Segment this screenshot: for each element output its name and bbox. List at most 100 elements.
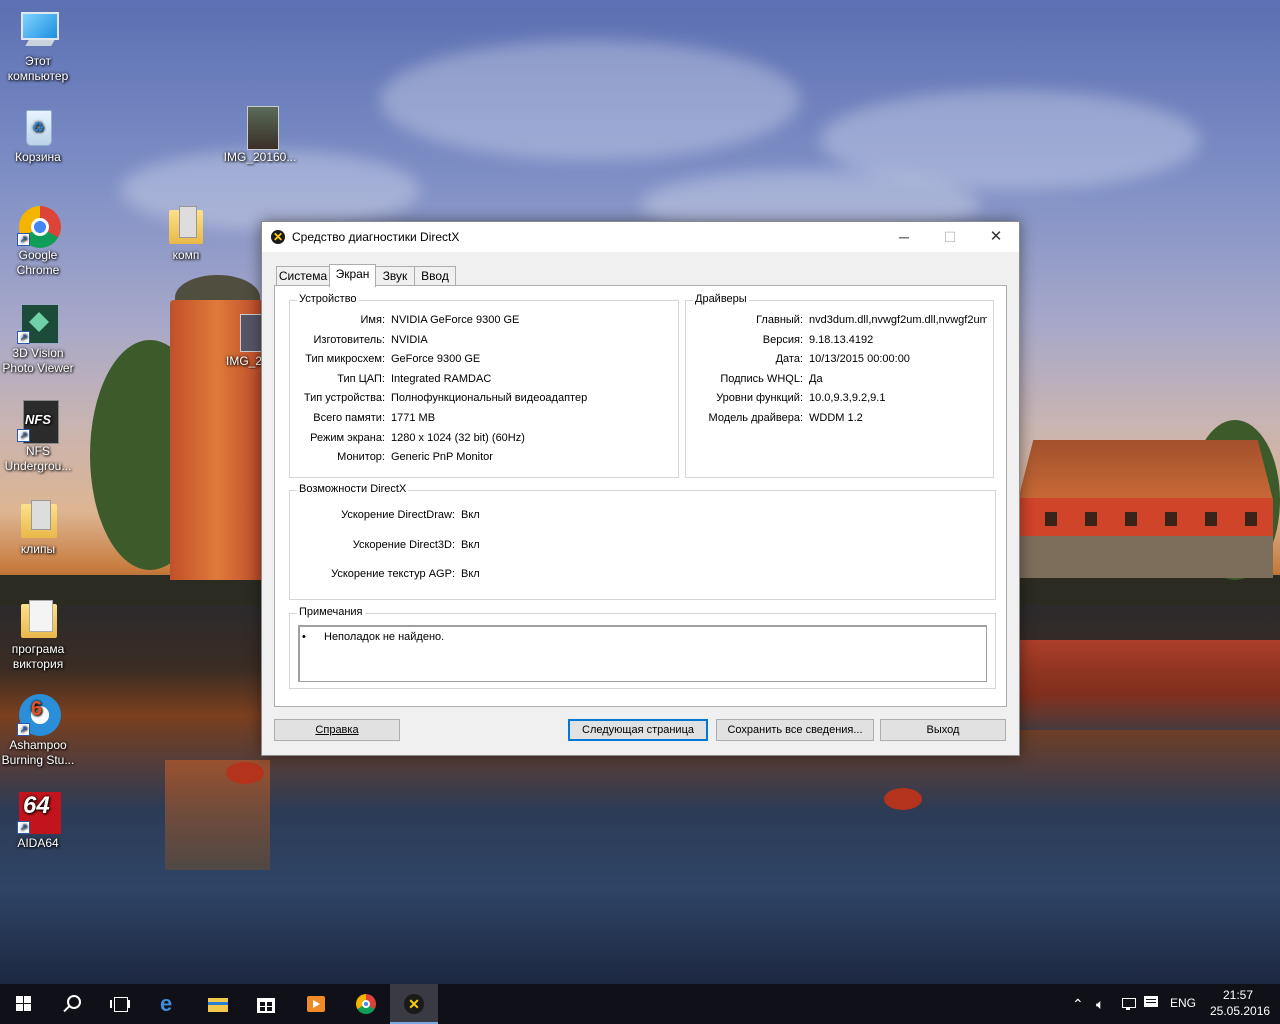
- driver-info-row: Версия: 9.18.13.4192: [686, 334, 993, 348]
- minimize-button[interactable]: ─: [881, 222, 927, 252]
- taskbar-edge[interactable]: e: [146, 984, 194, 1024]
- desktop-icon-aida64[interactable]: 64 ↗ AIDA64: [0, 792, 76, 851]
- desktop-icon-nfs[interactable]: NFS ↗ NFS Undergrou...: [0, 400, 76, 474]
- network-icon[interactable]: [1120, 996, 1136, 1010]
- directx-features-group: Возможности DirectX Ускорение DirectDraw…: [289, 483, 996, 600]
- device-info-row: Изготовитель: NVIDIA: [290, 334, 678, 348]
- driver-info-value: WDDM 1.2: [809, 412, 863, 424]
- desktop-icon-img-file-2[interactable]: IMG_2: [222, 310, 262, 369]
- desktop-icon-komp-folder[interactable]: комп: [148, 204, 224, 263]
- notes-group-title: Примечания: [297, 606, 365, 618]
- desktop-icon-clips-folder[interactable]: клипы: [0, 498, 76, 557]
- taskbar-dxdiag[interactable]: ✕: [390, 984, 438, 1024]
- directx-features-title: Возможности DirectX: [297, 483, 409, 495]
- task-view-button[interactable]: [96, 984, 144, 1024]
- tab-display[interactable]: Экран: [329, 264, 376, 287]
- desktop-icon-3d-vision[interactable]: ↗ 3D Vision Photo Viewer: [0, 302, 76, 376]
- maximize-button[interactable]: ☐: [927, 222, 973, 252]
- desktop-icon-label: IMG_20160...: [223, 150, 297, 164]
- desktop-icon-label: Этот компьютер: [7, 54, 69, 83]
- tab-system[interactable]: Система: [276, 266, 330, 286]
- display-tab-panel: Устройство Имя: NVIDIA GeForce 9300 GE Изг…: [274, 285, 1007, 707]
- tray-chevron-icon[interactable]: ⌃: [1072, 996, 1084, 1013]
- dialog-client-area: Система Экран Звук Ввод Устройство Имя: N…: [262, 252, 1019, 755]
- folder-icon: [165, 204, 207, 246]
- device-info-value: 1771 MB: [391, 412, 436, 424]
- dxdiag-window[interactable]: ✕ Средство диагностики DirectX ─ ☐ ✕ Сис…: [261, 221, 1020, 756]
- device-info-value: NVIDIA GeForce 9300 GE: [391, 314, 520, 326]
- shortcut-arrow-icon: ↗: [17, 429, 30, 442]
- directx-icon: ✕: [404, 994, 424, 1014]
- store-icon: [256, 994, 276, 1014]
- device-info-label: Тип устройства:: [303, 392, 385, 405]
- directx-feature-row: Ускорение DirectDraw: Вкл: [290, 509, 995, 523]
- directx-icon: ✕: [271, 230, 285, 244]
- 3d-vision-icon: ↗: [17, 302, 59, 344]
- media-player-icon: [306, 994, 326, 1014]
- action-center-icon[interactable]: [1144, 996, 1158, 1010]
- tab-input[interactable]: Ввод: [414, 266, 456, 286]
- device-info-row: Тип микросхем: GeForce 9300 GE: [290, 353, 678, 367]
- drivers-group-title: Драйверы: [693, 293, 749, 305]
- help-button-label: Справка: [315, 724, 359, 736]
- directx-feature-row: Ускорение Direct3D: Вкл: [290, 539, 995, 553]
- directx-feature-label: Ускорение Direct3D:: [352, 538, 455, 551]
- help-button[interactable]: Справка: [274, 719, 400, 741]
- desktop-icon-google-chrome[interactable]: ↗ Google Chrome: [0, 204, 76, 278]
- chrome-icon: ↗: [17, 204, 61, 248]
- task-view-icon: [110, 994, 130, 1014]
- ashampoo-icon: 6 ↗: [17, 694, 61, 736]
- device-group-title: Устройство: [297, 293, 359, 305]
- clock-date[interactable]: 25.05.2016: [1210, 1004, 1270, 1018]
- search-button[interactable]: [48, 984, 96, 1024]
- taskbar-media-player[interactable]: [292, 984, 340, 1024]
- driver-info-value: 10.0,9.3,9.2,9.1: [809, 392, 886, 405]
- taskbar: e ✕ ⌃ 🔈︎ ENG 21:57 25.05.2016: [0, 984, 1280, 1024]
- notes-list[interactable]: • Неполадок не найдено.: [298, 625, 987, 682]
- desktop-icon-img-file[interactable]: IMG_20160...: [222, 106, 298, 165]
- title-bar[interactable]: ✕ Средство диагностики DirectX ─ ☐ ✕: [262, 222, 1019, 252]
- notes-group: Примечания • Неполадок не найдено.: [289, 606, 996, 689]
- image-file-icon: [239, 106, 281, 150]
- computer-icon: [17, 10, 59, 52]
- nfs-icon: NFS ↗: [17, 400, 59, 444]
- drivers-group: Драйверы Главный: nvd3dum.dll,nvwgf2um.dl…: [685, 293, 994, 478]
- save-all-info-button[interactable]: Сохранить все сведения...: [716, 719, 874, 741]
- desktop-icon-label: Ashampoo Burning Stu...: [1, 738, 75, 767]
- window-title: Средство диагностики DirectX: [292, 230, 460, 244]
- desktop-icon-label: AIDA64: [17, 836, 59, 850]
- exit-button[interactable]: Выход: [880, 719, 1006, 741]
- taskbar-store[interactable]: [242, 984, 290, 1024]
- device-info-value: 1280 x 1024 (32 bit) (60Hz): [391, 431, 525, 444]
- driver-info-value: 10/13/2015 00:00:00: [809, 353, 910, 366]
- device-info-row: Всего памяти: 1771 MB: [290, 412, 678, 426]
- desktop-icon-ashampoo[interactable]: 6 ↗ Ashampoo Burning Stu...: [0, 694, 76, 768]
- shortcut-arrow-icon: ↗: [17, 821, 30, 834]
- device-info-row: Монитор: Generic PnP Monitor: [290, 451, 678, 465]
- language-indicator[interactable]: ENG: [1170, 996, 1196, 1010]
- device-info-label: Изготовитель:: [313, 333, 386, 346]
- taskbar-chrome[interactable]: [342, 984, 390, 1024]
- next-page-button[interactable]: Следующая страница: [568, 719, 708, 741]
- directx-feature-label: Ускорение текстур AGP:: [331, 568, 455, 580]
- clock-time[interactable]: 21:57: [1223, 988, 1253, 1002]
- driver-info-value: nvd3dum.dll,nvwgf2um.dll,nvwgf2um: [809, 314, 987, 326]
- desktop-icon-this-pc[interactable]: Этот компьютер: [0, 10, 76, 84]
- notes-bullet: •: [302, 631, 306, 643]
- device-info-value: Integrated RAMDAC: [391, 372, 492, 385]
- desktop-icon-program-folder[interactable]: програма виктория: [0, 598, 76, 672]
- desktop-icon-label: 3D Vision Photo Viewer: [2, 346, 74, 375]
- volume-icon[interactable]: 🔈︎: [1096, 996, 1104, 1013]
- driver-info-row: Модель драйвера: WDDM 1.2: [686, 412, 993, 426]
- device-info-row: Тип ЦАП: Integrated RAMDAC: [290, 373, 678, 387]
- close-button[interactable]: ✕: [973, 222, 1019, 252]
- desktop-icon-recycle-bin[interactable]: ♻ Корзина: [0, 106, 76, 165]
- shortcut-arrow-icon: ↗: [17, 233, 30, 246]
- start-button[interactable]: [0, 984, 48, 1024]
- device-info-label: Монитор:: [337, 451, 385, 464]
- tab-sound[interactable]: Звук: [375, 266, 415, 286]
- device-info-value: GeForce 9300 GE: [391, 353, 481, 366]
- desktop-icon-label: комп: [172, 248, 200, 262]
- taskbar-file-explorer[interactable]: [194, 984, 242, 1024]
- driver-info-label: Подпись WHQL:: [720, 372, 803, 385]
